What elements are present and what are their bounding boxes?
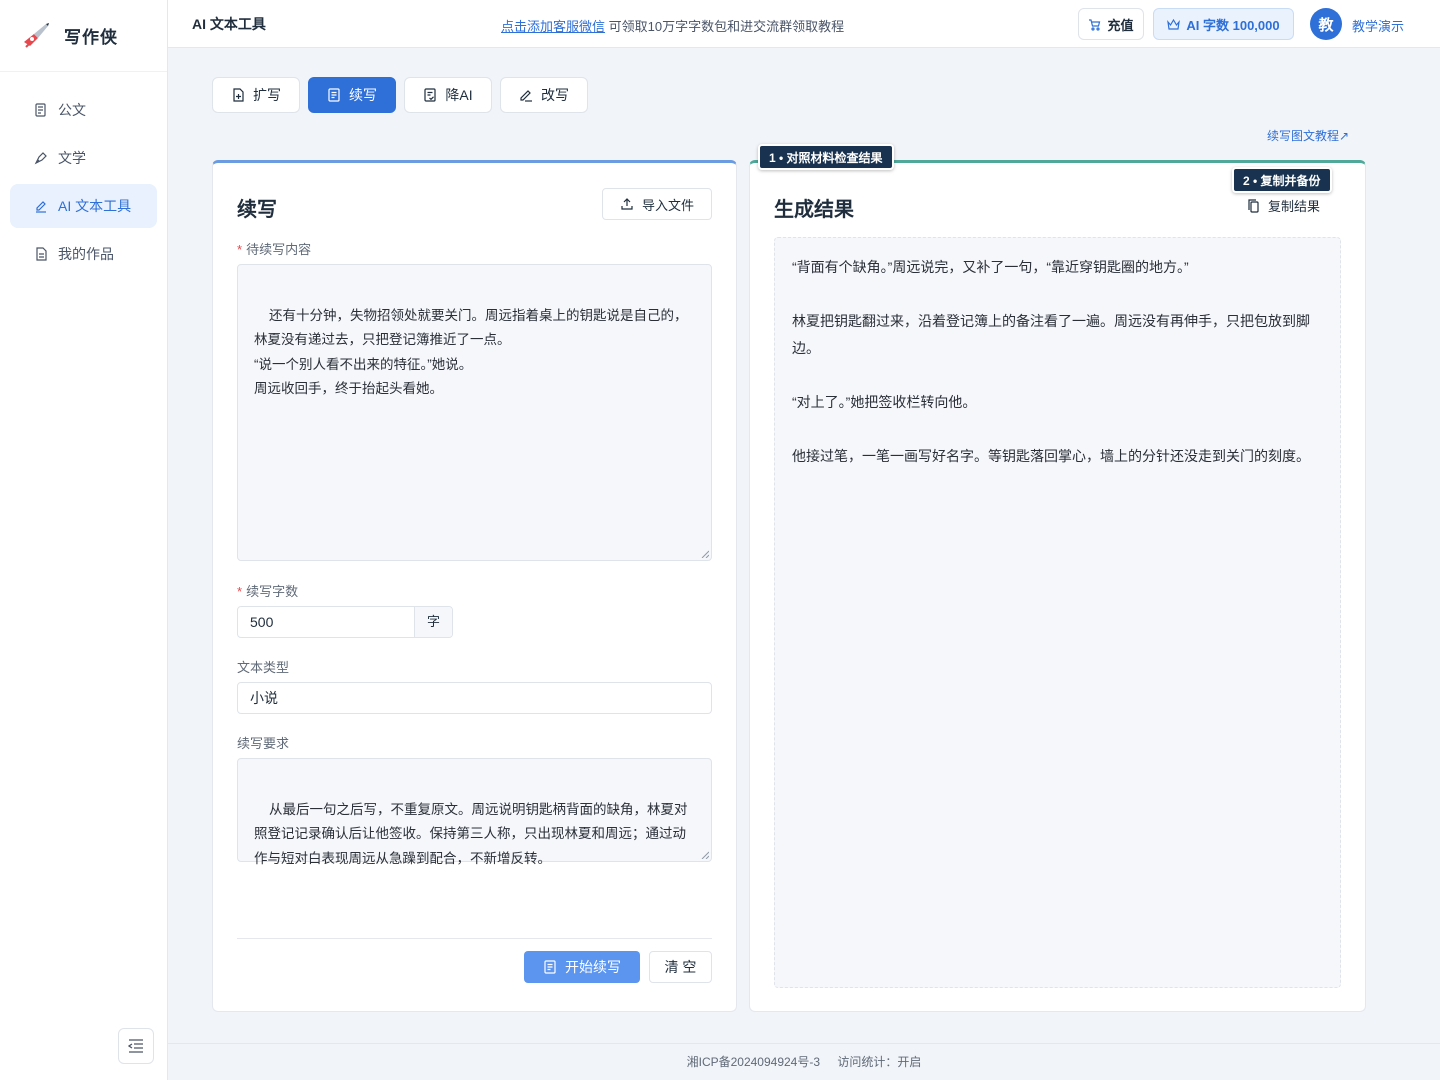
word-count-label-text: 续写字数 <box>246 584 299 599</box>
footer: 湘ICP备2024094924号-3 访问统计：开启 <box>168 1043 1440 1080</box>
cart-icon <box>1089 18 1101 31</box>
requirement-textarea[interactable]: 从最后一句之后写，不重复原文。周远说明钥匙柄背面的缺角，林夏对照登记记录确认后让… <box>237 758 712 866</box>
file-text-icon <box>327 88 341 102</box>
tab-reduce-ai[interactable]: 降AI <box>404 77 492 113</box>
file-icon <box>34 247 48 261</box>
copy-result-label: 复制结果 <box>1268 199 1321 214</box>
pencil-icon <box>519 88 533 102</box>
resize-grip-icon[interactable] <box>701 851 709 859</box>
top-header: AI 文本工具 点击添加客服微信 可领取10万字字数包和进交流群领取教程 充值 … <box>168 0 1440 48</box>
sidebar-item-my-works[interactable]: 我的作品 <box>10 232 157 276</box>
sidebar-item-label: 文学 <box>58 150 86 166</box>
tab-expand[interactable]: 扩写 <box>212 77 300 113</box>
file-plus-icon <box>231 88 245 102</box>
tab-continue[interactable]: 续写 <box>308 77 396 113</box>
content-field-label: * 待续写内容 <box>237 239 311 258</box>
divider <box>237 938 712 939</box>
tutorial-link[interactable]: 续写图文教程↗ <box>1267 127 1349 144</box>
upload-icon <box>620 197 634 211</box>
add-wechat-link[interactable]: 点击添加客服微信 <box>501 19 605 34</box>
tab-label: 扩写 <box>253 87 281 103</box>
edit-icon <box>34 199 48 213</box>
result-paragraph: 他接过笔，一笔一画写好名字。等钥匙落回掌心，墙上的分针还没走到关门的刻度。 <box>792 448 1310 464</box>
tab-label: 改写 <box>541 87 569 103</box>
result-content[interactable]: “背面有个缺角。”周远说完，又补了一句，“靠近穿钥匙圈的地方。” 林夏把钥匙翻过… <box>774 237 1341 988</box>
tab-label: 续写 <box>349 87 377 103</box>
icp-record[interactable]: 湘ICP备2024094924号-3 <box>687 1055 820 1069</box>
word-count-value[interactable]: 500 <box>238 607 414 637</box>
sidebar-item-ai-text-tools[interactable]: AI 文本工具 <box>10 184 157 228</box>
content-label-text: 待续写内容 <box>246 242 312 257</box>
sidebar-item-label: AI 文本工具 <box>58 198 132 214</box>
result-panel: 生成结果 复制结果 “背面有个缺角。”周远说完，又补了一句，“靠近穿钥匙圈的地方… <box>749 160 1366 1012</box>
notice-banner: 点击添加客服微信 可领取10万字字数包和进交流群领取教程 <box>501 16 844 35</box>
required-mark: * <box>237 584 243 599</box>
quota-label: AI 字数 100,000 <box>1186 17 1280 33</box>
sidebar: 写作侠 公文 文学 AI 文本工具 我的作品 <box>0 0 168 1080</box>
brand[interactable]: 写作侠 <box>0 0 167 72</box>
import-file-label: 导入文件 <box>641 197 694 213</box>
text-type-label: 文本类型 <box>237 660 290 675</box>
result-paragraph: “背面有个缺角。”周远说完，又补了一句，“靠近穿钥匙圈的地方。” <box>792 259 1189 275</box>
required-mark: * <box>237 242 243 257</box>
brand-name: 写作侠 <box>64 28 118 47</box>
indent-icon <box>128 1039 143 1053</box>
recharge-label: 充值 <box>1107 17 1134 33</box>
word-count-field-label: * 续写字数 <box>237 581 298 600</box>
ai-quota-badge[interactable]: AI 字数 100,000 <box>1153 8 1294 40</box>
collapse-sidebar-button[interactable] <box>118 1028 154 1064</box>
tool-tabs: 扩写 续写 降AI 改写 <box>212 77 588 113</box>
word-count-unit: 字 <box>414 607 452 637</box>
resize-grip-icon[interactable] <box>701 550 709 558</box>
recharge-button[interactable]: 充值 <box>1078 8 1144 40</box>
result-paragraph: “对上了。”她把签收栏转向他。 <box>792 394 977 410</box>
requirement-value: 从最后一句之后写，不重复原文。周远说明钥匙柄背面的缺角，林夏对照登记记录确认后让… <box>254 801 688 866</box>
result-paragraph: 林夏把钥匙翻过来，沿着登记簿上的备注看了一遍。周远没有再伸手，只把包放到脚边。 <box>792 313 1310 356</box>
step-badge-copy: 2 • 复制并备份 <box>1232 167 1332 193</box>
import-file-button[interactable]: 导入文件 <box>602 188 712 220</box>
copy-result-button[interactable]: 复制结果 <box>1247 196 1320 215</box>
requirement-label: 续写要求 <box>237 736 290 751</box>
word-count-input[interactable]: 500 字 <box>237 606 453 638</box>
tab-label: 降AI <box>445 87 473 103</box>
start-continue-button[interactable]: 开始续写 <box>524 951 640 983</box>
user-name[interactable]: 教学演示 <box>1352 16 1404 35</box>
input-panel: 续写 导入文件 * 待续写内容 还有十分钟，失物招领处就要关门。周远指着桌上的钥匙… <box>212 160 737 1012</box>
visit-stats: 访问统计：开启 <box>837 1055 922 1069</box>
pen-rocket-logo <box>24 22 49 48</box>
file-text-icon <box>543 960 557 974</box>
content-value: 还有十分钟，失物招领处就要关门。周远指着桌上的钥匙说是自己的，林夏没有递过去，只… <box>254 307 688 397</box>
content-textarea[interactable]: 还有十分钟，失物招领处就要关门。周远指着桌上的钥匙说是自己的，林夏没有递过去，只… <box>237 264 712 561</box>
sidebar-item-label: 我的作品 <box>58 246 114 262</box>
sidebar-item-label: 公文 <box>58 102 86 118</box>
avatar[interactable]: 教 <box>1310 8 1342 40</box>
sidebar-item-literature[interactable]: 文学 <box>10 136 157 180</box>
text-type-input[interactable]: 小说 <box>237 682 712 714</box>
notice-text: 可领取10万字字数包和进交流群领取教程 <box>608 19 845 34</box>
copy-icon <box>1247 198 1260 213</box>
sidebar-nav: 公文 文学 AI 文本工具 我的作品 <box>0 72 167 276</box>
tab-rewrite[interactable]: 改写 <box>500 77 588 113</box>
start-label: 开始续写 <box>565 959 621 975</box>
file-check-icon <box>423 88 437 102</box>
pen-nib-icon <box>34 151 48 165</box>
input-panel-title: 续写 <box>237 199 277 221</box>
sidebar-item-official-docs[interactable]: 公文 <box>10 88 157 132</box>
document-icon <box>34 103 48 117</box>
clear-button[interactable]: 清 空 <box>649 951 712 983</box>
page-title: AI 文本工具 <box>192 16 266 32</box>
crown-icon <box>1167 18 1181 30</box>
step-badge-check: 1 • 对照材料检查结果 <box>758 144 894 170</box>
result-panel-title: 生成结果 <box>774 199 854 221</box>
